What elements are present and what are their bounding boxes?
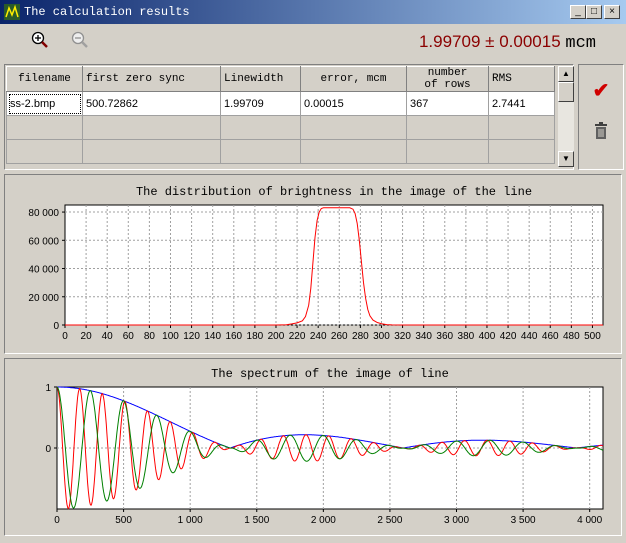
close-button[interactable]: × (604, 5, 620, 19)
cell-number-of-rows[interactable]: 367 (406, 91, 489, 116)
x-tick-label: 440 (521, 331, 538, 342)
header-first-zero-sync[interactable]: first zero sync (82, 66, 221, 92)
table-row[interactable]: ss-2.bmp 500.72862 1.99709 0.00015 367 2… (6, 91, 555, 116)
x-tick-label: 300 (373, 331, 390, 342)
empty-row (6, 115, 555, 140)
y-tick-label: 0 (45, 444, 51, 455)
vertical-scrollbar[interactable]: ▲ ▼ (558, 66, 574, 167)
window-title: The calculation results (24, 5, 190, 19)
zoom-out-icon[interactable] (70, 30, 90, 50)
x-tick-label: 280 (352, 331, 369, 342)
x-tick-label: 340 (415, 331, 432, 342)
x-tick-label: 100 (162, 331, 179, 342)
brightness-chart-panel: The distribution of brightness in the im… (4, 174, 622, 354)
x-tick-label: 380 (458, 331, 475, 342)
result-value: 1.99709 ± 0.00015 mcm (419, 32, 596, 53)
header-filename[interactable]: filename (6, 66, 83, 92)
plot-area (64, 204, 604, 326)
x-tick-label: 4 000 (577, 515, 602, 526)
x-tick-label: 2 500 (377, 515, 402, 526)
y-tick-label: 60 000 (28, 236, 59, 247)
x-tick-label: 160 (225, 331, 242, 342)
x-tick-label: 3 000 (444, 515, 469, 526)
x-tick-label: 500 (584, 331, 601, 342)
cell-filename[interactable]: ss-2.bmp (6, 91, 83, 116)
header-number-of-rows[interactable]: number of rows (406, 66, 489, 92)
x-tick-label: 420 (500, 331, 517, 342)
x-tick-label: 220 (289, 331, 306, 342)
x-tick-label: 0 (62, 331, 68, 342)
scroll-thumb[interactable] (558, 82, 574, 102)
check-icon[interactable]: ✔ (591, 81, 611, 101)
y-tick-label: 20 000 (28, 293, 59, 304)
chart-title: The distribution of brightness in the im… (136, 185, 532, 199)
x-tick-label: 60 (123, 331, 135, 342)
y-tick-label: 0 (53, 321, 59, 332)
unit-label: mcm (565, 34, 596, 53)
cell-rms[interactable]: 2.7441 (488, 91, 555, 116)
x-tick-label: 200 (268, 331, 285, 342)
x-tick-label: 20 (81, 331, 93, 342)
x-tick-label: 80 (144, 331, 156, 342)
status-strip (0, 538, 626, 543)
app-icon (4, 4, 20, 20)
x-tick-label: 260 (331, 331, 348, 342)
action-panel: ✔ (578, 64, 624, 170)
results-grid: filename first zero sync Linewidth error… (4, 64, 574, 170)
x-tick-label: 2 000 (311, 515, 336, 526)
linewidth-value: 1.99709 (418, 32, 481, 51)
results-table: filename first zero sync Linewidth error… (6, 66, 555, 164)
y-tick-label: 1 (45, 383, 51, 394)
trash-icon[interactable] (591, 121, 611, 141)
x-tick-label: 180 (247, 331, 264, 342)
x-tick-label: 480 (563, 331, 580, 342)
empty-row (6, 139, 555, 164)
x-tick-label: 460 (542, 331, 559, 342)
toolbar: 1.99709 ± 0.00015 mcm (0, 24, 626, 60)
spectrum-chart: The spectrum of the image of line 0 500 1 0… (45, 367, 604, 526)
x-tick-label: 120 (183, 331, 200, 342)
x-tick-label: 3 500 (511, 515, 536, 526)
x-tick-label: 500 (115, 515, 132, 526)
cell-linewidth[interactable]: 1.99709 (220, 91, 301, 116)
x-tick-label: 360 (436, 331, 453, 342)
x-tick-label: 1 500 (244, 515, 269, 526)
x-tick-label: 320 (394, 331, 411, 342)
spectrum-chart-panel: The spectrum of the image of line 0 500 1 0… (4, 358, 622, 536)
zoom-in-icon[interactable] (30, 30, 50, 50)
x-tick-label: 140 (204, 331, 221, 342)
x-tick-label: 400 (479, 331, 496, 342)
title-bar: The calculation results _ □ × (0, 0, 626, 24)
header-error[interactable]: error, mcm (300, 66, 407, 92)
brightness-chart: The distribution of brightness in the im… (28, 185, 604, 342)
maximize-button[interactable]: □ (586, 5, 602, 19)
x-tick-label: 40 (102, 331, 114, 342)
y-tick-label: 80 000 (28, 208, 59, 219)
scroll-down-button[interactable]: ▼ (558, 151, 574, 167)
x-tick-label: 0 (54, 515, 60, 526)
header-rms[interactable]: RMS (488, 66, 555, 92)
error-value: ± 0.00015 (485, 32, 561, 51)
cell-error[interactable]: 0.00015 (300, 91, 407, 116)
x-tick-label: 1 000 (178, 515, 203, 526)
header-linewidth[interactable]: Linewidth (220, 66, 301, 92)
scroll-up-button[interactable]: ▲ (558, 66, 574, 82)
chart-title: The spectrum of the image of line (211, 367, 449, 381)
cell-first-zero-sync[interactable]: 500.72862 (82, 91, 221, 116)
y-tick-label: 40 000 (28, 265, 59, 276)
minimize-button[interactable]: _ (570, 5, 586, 19)
x-tick-label: 240 (310, 331, 327, 342)
